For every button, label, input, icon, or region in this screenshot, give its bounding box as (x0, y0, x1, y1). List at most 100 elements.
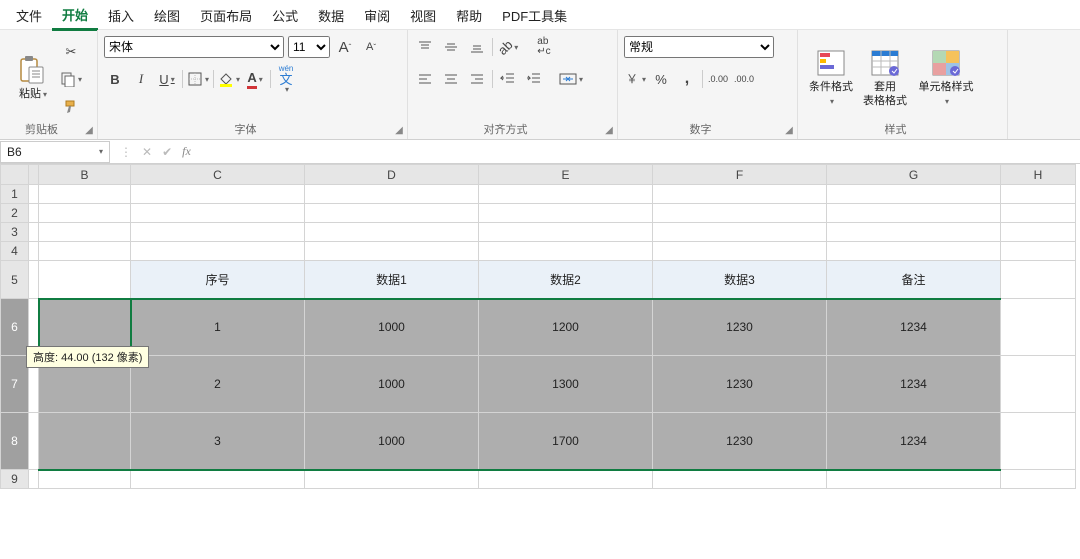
table-cell[interactable]: 1234 (827, 413, 1001, 470)
cancel-edit-button[interactable]: ✕ (142, 145, 152, 159)
formula-input[interactable] (201, 141, 1080, 163)
percent-button[interactable]: % (650, 68, 672, 90)
table-cell[interactable]: 1230 (653, 413, 827, 470)
align-bottom-button[interactable] (466, 36, 488, 58)
select-all-button[interactable] (1, 165, 29, 185)
col-header[interactable]: F (653, 165, 827, 185)
alignment-launcher[interactable]: ◢ (603, 125, 615, 137)
copy-button[interactable]: ▾ (60, 68, 82, 90)
bold-button[interactable]: B (104, 68, 126, 90)
spreadsheet-grid[interactable]: 高度: 44.00 (132 像素) B C D E F G H 1 2 3 (0, 164, 1080, 489)
wrap-text-button[interactable]: ab↵c (533, 36, 555, 58)
italic-button[interactable]: I (130, 68, 152, 90)
tab-view[interactable]: 视图 (400, 0, 446, 29)
number-launcher[interactable]: ◢ (783, 125, 795, 137)
table-cell[interactable]: 1000 (305, 299, 479, 356)
align-middle-button[interactable] (440, 36, 462, 58)
align-center-button[interactable] (440, 68, 462, 90)
underline-button[interactable]: U▾ (156, 68, 178, 90)
expand-handle-icon[interactable]: ⋮ (120, 145, 132, 159)
col-header-a[interactable] (29, 165, 39, 185)
tab-data[interactable]: 数据 (308, 0, 354, 29)
table-header-cell[interactable]: 序号 (131, 261, 305, 299)
table-cell[interactable]: 3 (131, 413, 305, 470)
number-format-select[interactable]: 常规 (624, 36, 774, 58)
row-header[interactable]: 2 (1, 204, 29, 223)
clipboard-launcher[interactable]: ◢ (83, 125, 95, 137)
table-cell[interactable]: 1000 (305, 356, 479, 413)
font-launcher[interactable]: ◢ (393, 125, 405, 137)
format-as-table-button[interactable]: 套用 表格格式 (858, 34, 912, 121)
comma-style-button[interactable]: , (676, 68, 698, 90)
fill-color-button[interactable]: ▾ (218, 68, 240, 90)
row-header[interactable]: 1 (1, 185, 29, 204)
orientation-button[interactable]: ab▾ (497, 36, 519, 58)
table-cell[interactable]: 1 (131, 299, 305, 356)
table-cell[interactable]: 1200 (479, 299, 653, 356)
font-color-button[interactable]: A▾ (244, 68, 266, 90)
format-painter-button[interactable] (60, 96, 82, 118)
tab-formula[interactable]: 公式 (262, 0, 308, 29)
table-cell[interactable] (39, 413, 131, 470)
table-cell[interactable]: 1234 (827, 356, 1001, 413)
row-header[interactable]: 6 (1, 299, 29, 356)
table-cell[interactable]: 1230 (653, 299, 827, 356)
align-top-button[interactable] (414, 36, 436, 58)
row-height-tooltip: 高度: 44.00 (132 像素) (26, 346, 149, 368)
borders-button[interactable]: ▾ (187, 68, 209, 90)
table-header-cell[interactable]: 备注 (827, 261, 1001, 299)
tab-help[interactable]: 帮助 (446, 0, 492, 29)
col-header[interactable]: G (827, 165, 1001, 185)
tab-insert[interactable]: 插入 (98, 0, 144, 29)
tab-draw[interactable]: 绘图 (144, 0, 190, 29)
increase-font-button[interactable]: Aˆ (334, 36, 356, 58)
decrease-indent-button[interactable] (497, 68, 519, 90)
cut-button[interactable]: ✂ (60, 41, 82, 63)
tab-review[interactable]: 审阅 (354, 0, 400, 29)
font-size-select[interactable]: 11 (288, 36, 330, 58)
currency-icon: ￥ (624, 71, 640, 87)
table-header-cell[interactable]: 数据3 (653, 261, 827, 299)
col-header[interactable]: B (39, 165, 131, 185)
table-header-cell[interactable]: 数据2 (479, 261, 653, 299)
col-header[interactable]: E (479, 165, 653, 185)
name-box-value: B6 (7, 145, 22, 159)
font-name-select[interactable]: 宋体 (104, 36, 284, 58)
increase-indent-button[interactable] (523, 68, 545, 90)
align-right-button[interactable] (466, 68, 488, 90)
tab-file[interactable]: 文件 (6, 0, 52, 29)
align-left-button[interactable] (414, 68, 436, 90)
table-header-cell[interactable]: 数据1 (305, 261, 479, 299)
row-header[interactable]: 8 (1, 413, 29, 470)
fx-icon[interactable]: fx (182, 144, 191, 159)
table-cell[interactable]: 1700 (479, 413, 653, 470)
increase-decimal-button[interactable]: .0.00 (707, 68, 729, 90)
table-cell[interactable]: 1300 (479, 356, 653, 413)
table-cell[interactable]: 1230 (653, 356, 827, 413)
wrap-icon: ab↵c (537, 37, 550, 57)
phonetic-button[interactable]: wén文▾ (275, 68, 297, 90)
confirm-edit-button[interactable]: ✔ (162, 145, 172, 159)
decrease-decimal-button[interactable]: .00.0 (733, 68, 755, 90)
cell-styles-button[interactable]: 单元格样式▾ (912, 34, 980, 121)
table-cell[interactable]: 1000 (305, 413, 479, 470)
col-header[interactable]: C (131, 165, 305, 185)
table-cell[interactable]: 1234 (827, 299, 1001, 356)
decrease-font-button[interactable]: Aˇ (360, 36, 382, 58)
table-cell[interactable]: 2 (131, 356, 305, 413)
merge-center-button[interactable]: ▾ (559, 68, 583, 90)
row-header[interactable]: 9 (1, 470, 29, 489)
accounting-format-button[interactable]: ￥▾ (624, 68, 646, 90)
col-header[interactable]: H (1001, 165, 1076, 185)
tab-layout[interactable]: 页面布局 (190, 0, 262, 29)
paste-button[interactable]: 粘贴▾ (6, 34, 60, 121)
row-header[interactable]: 3 (1, 223, 29, 242)
col-header[interactable]: D (305, 165, 479, 185)
row-header[interactable]: 5 (1, 261, 29, 299)
tab-pdf[interactable]: PDF工具集 (492, 0, 577, 29)
conditional-format-button[interactable]: 条件格式▾ (804, 34, 858, 121)
tab-home[interactable]: 开始 (52, 0, 98, 31)
row-header[interactable]: 4 (1, 242, 29, 261)
name-box[interactable]: B6 ▾ (0, 141, 110, 163)
row-header[interactable]: 7 (1, 356, 29, 413)
